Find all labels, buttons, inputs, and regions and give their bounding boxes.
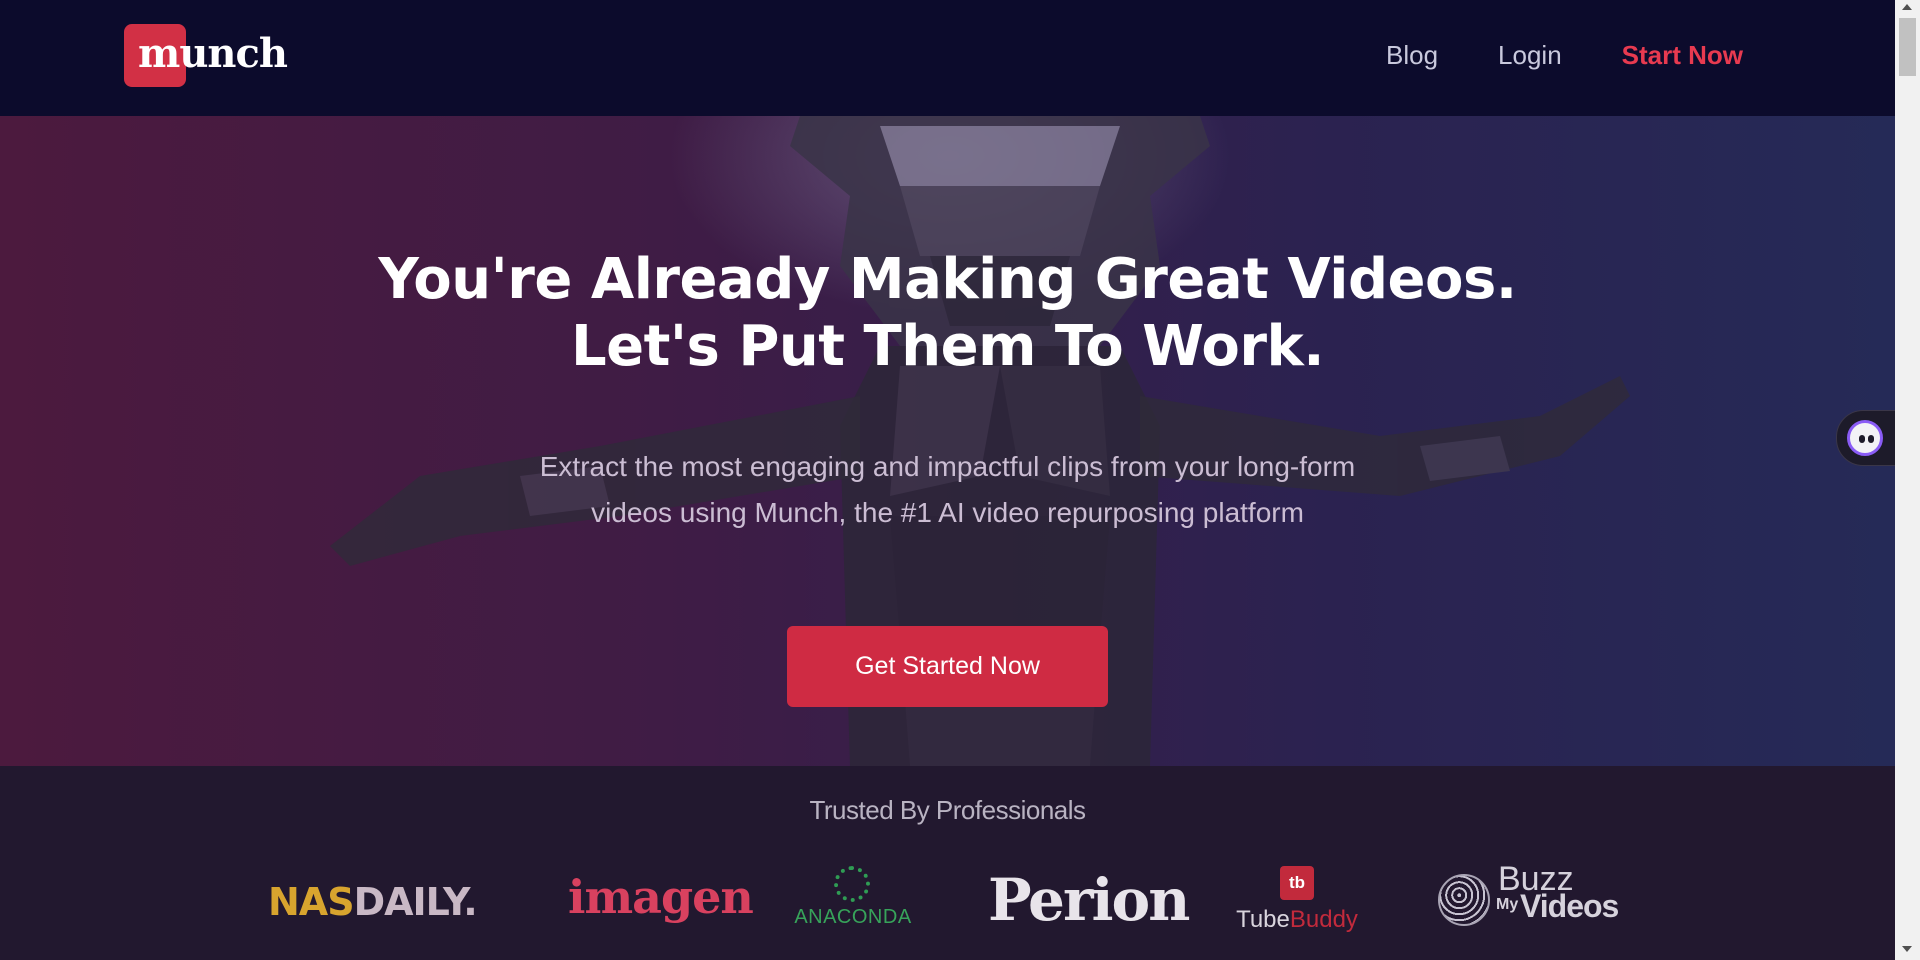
- hero-subtitle: Extract the most engaging and impactful …: [0, 444, 1895, 536]
- nav-links: Blog Login Start Now: [1386, 34, 1743, 76]
- nav-start-now-link[interactable]: Start Now: [1622, 34, 1743, 76]
- top-nav: munch Blog Login Start Now: [0, 0, 1895, 116]
- scroll-thumb[interactable]: [1899, 18, 1916, 76]
- scroll-down-arrow-icon[interactable]: [1902, 946, 1912, 952]
- anaconda-ring-icon: [834, 866, 870, 902]
- tubebuddy-logo-part1: Tube: [1236, 906, 1290, 933]
- eye-left: [1859, 435, 1865, 443]
- nasdaily-logo-part2: DAILY.: [353, 880, 478, 924]
- anaconda-logo: ANACONDA: [792, 866, 914, 936]
- nasdaily-logo: NASDAILY.: [268, 880, 478, 924]
- vertical-scrollbar[interactable]: [1895, 0, 1920, 960]
- hero-subtitle-line1: Extract the most engaging and impactful …: [539, 451, 1356, 482]
- nav-blog-link[interactable]: Blog: [1386, 34, 1438, 76]
- get-started-button[interactable]: Get Started Now: [787, 626, 1108, 707]
- nav-login-link[interactable]: Login: [1498, 34, 1562, 76]
- nasdaily-logo-part1: NAS: [268, 880, 355, 924]
- buzz-logo-part2: My: [1496, 896, 1519, 913]
- tubebuddy-logo-part2: Buddy: [1289, 906, 1358, 933]
- perion-logo: Perion: [988, 866, 1190, 934]
- trusted-by-section: Trusted By Professionals NASDAILY. image…: [0, 766, 1895, 960]
- tubebuddy-logo-text: TubeBuddy: [1232, 906, 1362, 934]
- anaconda-logo-text: ANACONDA: [794, 906, 912, 928]
- imagen-logo: imagen: [568, 870, 754, 924]
- page: munch Blog Login Start Now You're Alread…: [0, 0, 1920, 960]
- scroll-up-arrow-icon[interactable]: [1902, 4, 1912, 10]
- hero-title: You're Already Making Great Videos. Let'…: [0, 246, 1895, 380]
- logo-text: munch: [138, 30, 288, 77]
- eye-right: [1868, 435, 1874, 443]
- hero-section: You're Already Making Great Videos. Let'…: [0, 116, 1895, 766]
- trusted-title: Trusted By Professionals: [809, 795, 1086, 825]
- tubebuddy-logo: tb TubeBuddy: [1232, 866, 1362, 936]
- assistant-face-icon: [1847, 420, 1883, 456]
- tubebuddy-icon: tb: [1280, 866, 1314, 900]
- buzz-logo-part3: Videos: [1520, 888, 1619, 924]
- globe-icon: [1438, 874, 1490, 926]
- munch-logo[interactable]: munch: [124, 24, 288, 88]
- client-logo-row: NASDAILY. imagen ANACONDA Perion tb Tube…: [0, 860, 1895, 946]
- buzzmyvideos-logo: Buzz My Videos: [1438, 860, 1628, 930]
- hero-subtitle-line2: videos using Munch, the #1 AI video repu…: [591, 497, 1304, 528]
- hero-title-line1: You're Already Making Great Videos.: [378, 247, 1517, 312]
- hero-title-line2: Let's Put Them To Work.: [570, 314, 1325, 379]
